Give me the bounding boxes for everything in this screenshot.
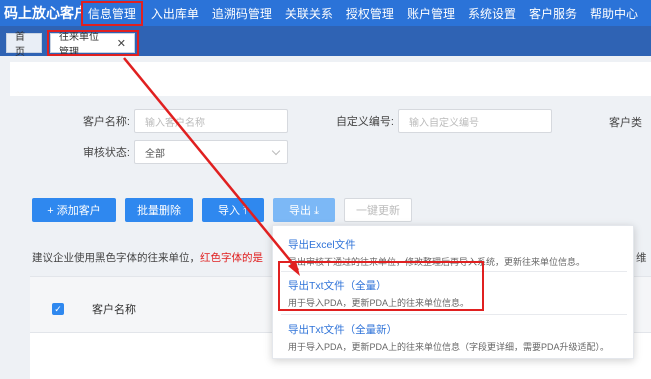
menu-divider: [281, 314, 627, 315]
import-button[interactable]: 导入 ⤒: [202, 198, 264, 222]
nav-help-center[interactable]: 帮助中心: [590, 5, 638, 22]
review-status-select[interactable]: 全部: [134, 140, 288, 164]
export-txt-full-new-desc: 用于导入PDA，更新PDA上的往来单位信息（字段更详细，需要PDA升级适配）。: [288, 342, 610, 352]
nav-account-management[interactable]: 账户管理: [407, 5, 455, 22]
column-customer-name: 客户名称: [92, 304, 136, 316]
tab-home[interactable]: 首页: [6, 32, 42, 58]
custom-code-row: 自定义编号: 输入自定义编号: [330, 109, 552, 133]
nav-authorization[interactable]: 授权管理: [346, 5, 394, 22]
customer-type-label: 客户类: [609, 117, 642, 129]
batch-delete-button[interactable]: 批量删除: [125, 198, 193, 222]
customer-name-label: 客户名称:: [82, 116, 130, 128]
nav-info-management[interactable]: 信息管理: [80, 0, 143, 26]
usage-notice-red-text: 红色字体的是: [200, 252, 263, 264]
app-title: 码上放心客户端: [4, 5, 83, 21]
add-customer-button[interactable]: + 添加客户: [32, 198, 116, 222]
header-panel: [10, 62, 651, 96]
custom-code-input[interactable]: 输入自定义编号: [398, 109, 552, 133]
chevron-down-icon: [271, 146, 281, 155]
nav-relations[interactable]: 关联关系: [285, 5, 333, 22]
usage-notice-text: 建议企业使用黑色字体的往来单位，: [32, 252, 200, 264]
export-excel-option[interactable]: 导出Excel文件: [288, 237, 356, 252]
review-status-value: 全部: [145, 148, 165, 160]
customer-name-input[interactable]: 输入客户名称: [134, 109, 288, 133]
nav-trace-code-management[interactable]: 追溯码管理: [212, 5, 272, 22]
highlight-box-option: [278, 261, 484, 311]
customer-name-row: 客户名称: 输入客户名称: [70, 109, 288, 133]
nav-system-settings[interactable]: 系统设置: [468, 5, 516, 22]
custom-code-label: 自定义编号:: [335, 116, 394, 128]
tab-home-label: 首页: [15, 32, 25, 58]
nav-in-out-orders[interactable]: 入出库单: [151, 5, 199, 22]
select-all-checkbox[interactable]: ✓: [52, 303, 64, 315]
highlight-box-tab: [47, 30, 139, 56]
one-click-update-button[interactable]: 一键更新: [344, 198, 412, 222]
review-status-row: 审核状态: 全部: [70, 140, 288, 164]
usage-notice-tail: 维: [636, 252, 647, 264]
export-txt-full-new-option[interactable]: 导出Txt文件（全量新）: [288, 322, 397, 337]
review-status-label: 审核状态:: [82, 147, 130, 159]
top-nav: 码上放心客户端 信息管理 入出库单 追溯码管理 关联关系 授权管理 账户管理 系…: [0, 0, 651, 26]
usage-notice: 建议企业使用黑色字体的往来单位，红色字体的是: [32, 250, 263, 265]
export-button[interactable]: 导出 ⤓: [273, 198, 335, 222]
nav-customer-service[interactable]: 客户服务: [529, 5, 577, 22]
